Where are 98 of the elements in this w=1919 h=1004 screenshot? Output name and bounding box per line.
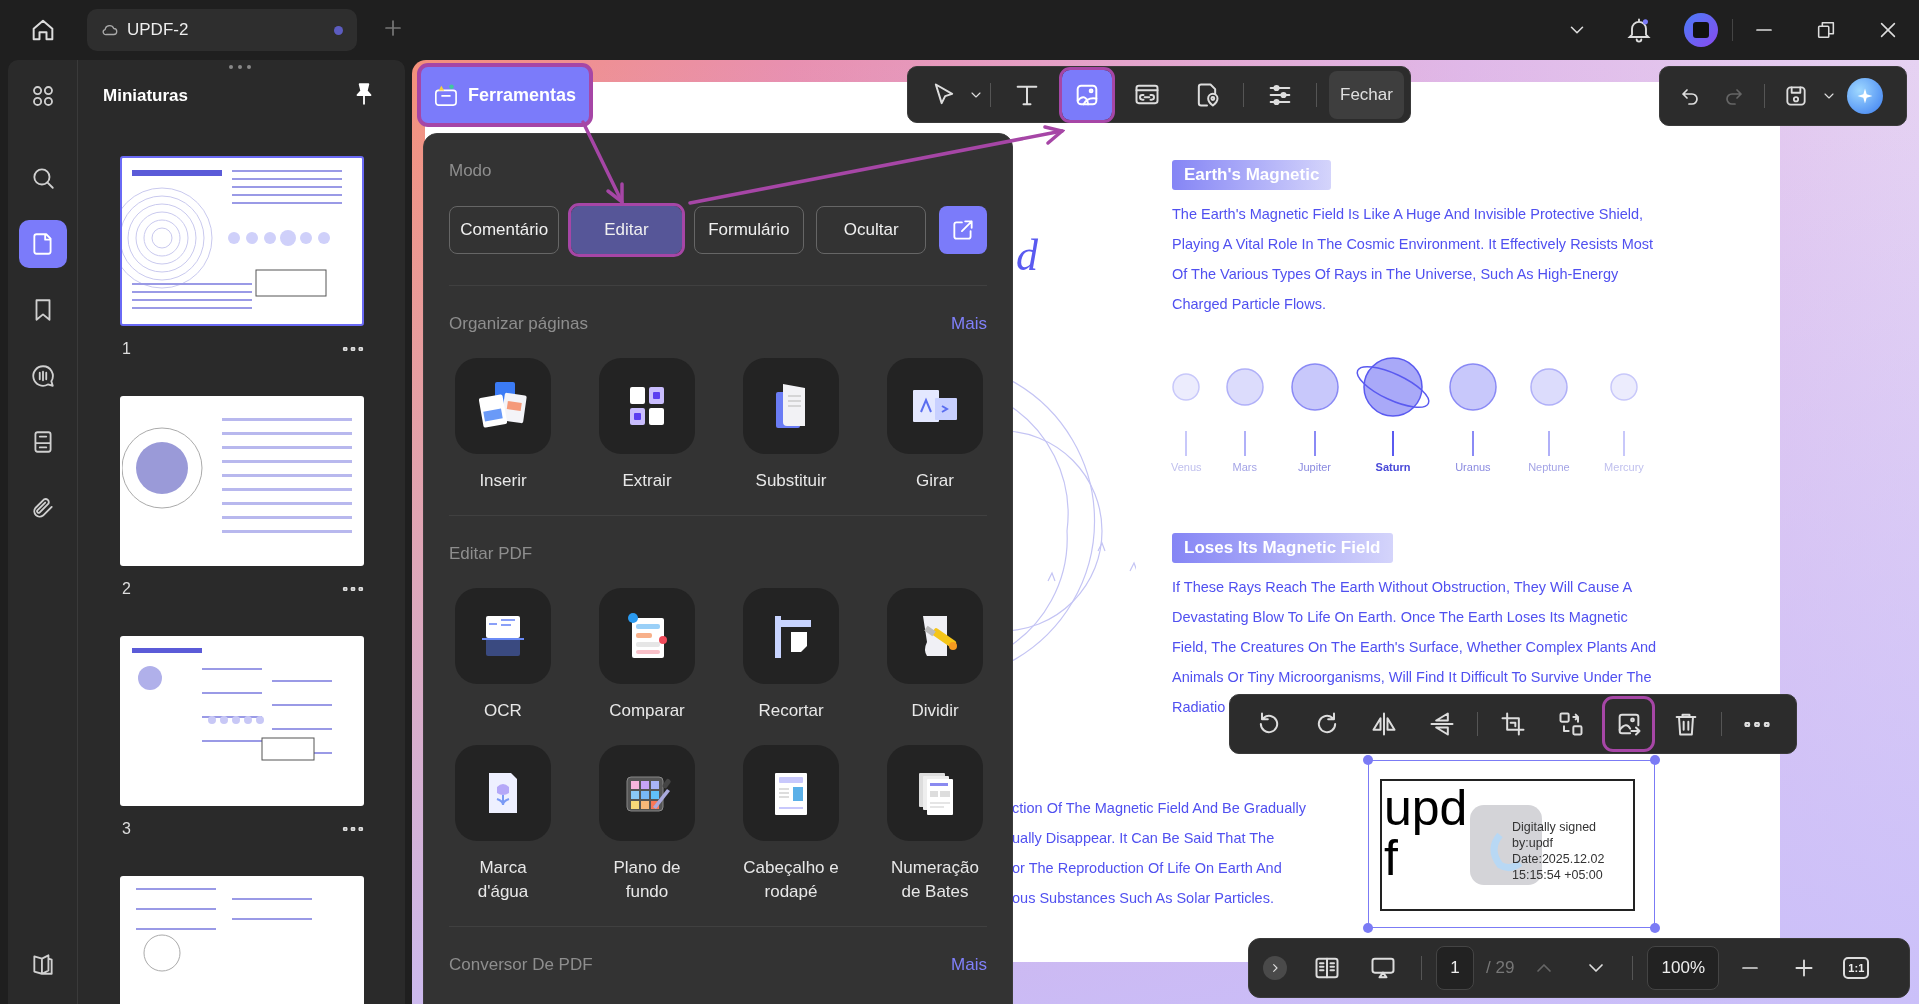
tool-button[interactable]: Cabeçalho e rodapé (719, 745, 863, 904)
panel-title: Miniaturas (103, 86, 190, 106)
text-line: Charged Particle Flows. (1172, 295, 1326, 313)
sidebar-button[interactable] (18, 220, 67, 268)
page-total: / 29 (1486, 958, 1515, 978)
chat-icon (29, 363, 56, 389)
tool-button[interactable]: OCR (431, 588, 575, 723)
text-line: Devastating Blow To Life On Earth. Once The Earth Loses Its Magnetic (1172, 608, 1628, 626)
text-line: If These Rays Reach The Earth Without Obstruction, They Will Cause A (1172, 578, 1633, 596)
section-title: Modo (449, 160, 493, 182)
section-title: Editar PDF (449, 543, 533, 565)
tool-button[interactable]: Dividir (863, 588, 1007, 723)
resize-handle[interactable] (1363, 923, 1373, 933)
image-tool[interactable] (1062, 69, 1112, 120)
actual-size-button[interactable]: 1:1 (1843, 957, 1870, 979)
resize-handle[interactable] (1650, 755, 1660, 765)
close-button[interactable]: Fechar (1329, 70, 1404, 119)
more-link[interactable]: Mais (951, 954, 987, 976)
mode-button[interactable]: Ocultar (816, 206, 927, 254)
section-title: Organizar páginas (449, 313, 588, 335)
document-tab[interactable]: UPDF-2 (87, 9, 357, 51)
compare-icon (599, 588, 695, 684)
page-stack-icon (887, 745, 983, 841)
text-line: ually Disappear. It Can Be Said That The (1012, 829, 1275, 847)
mode-button[interactable]: Comentário (449, 206, 560, 254)
tool-button[interactable]: Inserir (431, 358, 575, 493)
text-line: The Earth's Magnetic Field Is Like A Huge And Invisible Protective Shield, (1172, 205, 1644, 223)
text-line: Playing A Vital Role In The Cosmic Environment. It Effectively Resists Most (1172, 235, 1654, 253)
page-thumbnail[interactable] (120, 156, 364, 326)
checklist-icon (599, 358, 695, 454)
page-number-field[interactable]: 1 (1436, 946, 1474, 990)
tool-button[interactable]: Marca d'água (431, 745, 575, 904)
section-title: Conversor De PDF (449, 954, 593, 976)
resize-handle[interactable] (1650, 923, 1660, 933)
more-icon (342, 587, 364, 591)
cutter-icon (887, 588, 983, 684)
planet-label: Jupiter (1298, 460, 1331, 475)
save-icon (1783, 83, 1809, 109)
page-thumbnail[interactable] (120, 636, 364, 806)
mode-button[interactable]: Formulário (693, 206, 804, 254)
documents-icon (455, 358, 551, 454)
page-layout-icon (743, 745, 839, 841)
tool-button[interactable]: Extrair (575, 358, 719, 493)
mode-button[interactable]: Editar (571, 206, 682, 254)
page-number: 2 (122, 580, 131, 598)
signature-text: upd (1384, 783, 1468, 833)
planet-label: Venus (1171, 460, 1202, 475)
share-button[interactable] (939, 206, 987, 254)
planet-label: Mercury (1604, 460, 1644, 475)
signature-detail: 15:15:54 +05:00 (1512, 867, 1603, 883)
more-link[interactable]: Mais (951, 313, 987, 335)
restore-icon (1815, 19, 1837, 41)
tool-button[interactable]: Girar (863, 358, 1007, 493)
text-line: Field, The Creatures On The Earth's Surface, Whether Complex Plants And (1172, 638, 1657, 656)
more-icon (342, 347, 364, 351)
text-line: ction Of The Magnetic Field And Be Gradually (1012, 799, 1306, 817)
tool-button[interactable]: Plano de fundo (575, 745, 719, 904)
planet-label: Uranus (1455, 460, 1491, 475)
planet-label: Neptune (1528, 460, 1570, 475)
bell-icon[interactable] (1625, 16, 1653, 44)
ruler-icon (743, 588, 839, 684)
section-heading: Loses Its Magnetic Field (1172, 533, 1393, 563)
scan-icon (455, 588, 551, 684)
more-icon (1743, 721, 1772, 727)
pages-icon (743, 358, 839, 454)
palette-icon (599, 745, 695, 841)
page-number: 1 (122, 340, 131, 358)
text-line: Radiatio (1172, 698, 1226, 716)
zoom-level-button[interactable]: 100% (1647, 946, 1720, 990)
ai-assistant-icon[interactable] (1847, 78, 1883, 114)
planet-label: Saturn (1375, 460, 1411, 475)
signature-detail: by:updf (1512, 835, 1553, 851)
tool-button[interactable]: Comparar (575, 588, 719, 723)
text-line: Of The Various Types Of Rays in The Universe, Such As High-Energy (1172, 265, 1619, 283)
extract-tool[interactable] (1604, 699, 1653, 749)
signature-detail: Digitally signed (1512, 819, 1597, 835)
avatar-icon[interactable] (1684, 13, 1718, 47)
signature-text: f (1384, 833, 1398, 883)
resize-handle[interactable] (1363, 755, 1373, 765)
text-line: or The Reproduction Of Life On Earth And (1012, 859, 1282, 877)
tool-button[interactable]: Substituir (719, 358, 863, 493)
more-icon (342, 827, 364, 831)
flower-page-icon (455, 745, 551, 841)
planet-label: Mars (1232, 460, 1258, 475)
expand-button[interactable] (1263, 956, 1287, 980)
page-thumbnail[interactable] (120, 876, 364, 1004)
text-line: Animals Or Tiny Microorganisms, Will Find It Difficult To Survive Under The (1172, 668, 1652, 686)
toolbox-icon (434, 82, 458, 108)
tool-button[interactable]: Numeração de Bates (863, 745, 1007, 904)
tab-title: UPDF-2 (127, 20, 190, 40)
drag-handle-icon[interactable] (228, 63, 252, 71)
tool-button[interactable]: Recortar (719, 588, 863, 723)
page-thumbnail[interactable] (120, 396, 364, 566)
text-line: ous Substances Such As Solar Particles. (1012, 889, 1274, 907)
signature-detail: Date:2025.12.02 (1512, 851, 1605, 867)
page-number: 3 (122, 820, 131, 838)
section-heading: Earth's Magnetic (1172, 160, 1332, 190)
heading-fragment: d (1016, 230, 1038, 281)
